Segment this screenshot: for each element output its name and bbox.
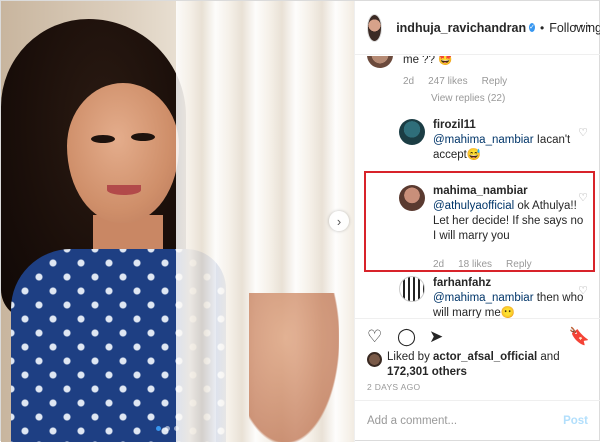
comment-likes[interactable]: 18 likes xyxy=(458,259,492,270)
comment-reply-button[interactable]: Reply xyxy=(506,259,532,270)
comment-mention[interactable]: @mahima_nambiar xyxy=(433,134,534,146)
photo-hand xyxy=(249,293,339,442)
likes-text: Liked by actor_afsal_official and 172,30… xyxy=(387,350,592,380)
comment-body: mahima_nambiar @athulyaofficial ok Athul… xyxy=(433,184,585,244)
comment-likes[interactable]: 247 likes xyxy=(428,76,467,87)
carousel-dot-active xyxy=(156,426,161,431)
photo-lips xyxy=(107,185,141,195)
comment-meta: 2d 247 likes Reply xyxy=(403,76,521,87)
comment-time: 2d xyxy=(433,259,445,270)
more-options-icon[interactable]: ··· xyxy=(573,17,592,35)
add-comment-bar: Add a comment... Post xyxy=(355,400,600,442)
likes-prefix: Liked by xyxy=(387,351,434,363)
carousel-dots xyxy=(156,426,179,431)
post-timestamp[interactable]: 2 DAYS AGO xyxy=(367,382,420,392)
post-side-panel: indhuja_ravichandran ✓ • Following ··· m… xyxy=(354,1,600,442)
post-comment-button[interactable]: Post xyxy=(563,415,588,427)
author-username[interactable]: indhuja_ravichandran xyxy=(396,21,526,35)
post-photo[interactable]: › xyxy=(1,1,354,442)
comments-list[interactable]: me ?? 🤩 2d 247 likes Reply View replies (2… xyxy=(355,56,600,318)
comment-input[interactable]: Add a comment... xyxy=(367,415,457,427)
photo-eye-left xyxy=(91,135,115,143)
chevron-right-icon: › xyxy=(336,213,342,229)
comment-body: firozil11 @mahima_nambiar Iacan't accept… xyxy=(433,118,588,163)
comment-icon[interactable]: ◯ xyxy=(397,327,416,347)
comment-text: me ?? 🤩 xyxy=(403,56,453,66)
liker-username[interactable]: actor_afsal_official xyxy=(433,351,537,363)
comment-reply-button[interactable]: Reply xyxy=(482,76,508,87)
post-modal: › indhuja_ravichandran ✓ • Following ···… xyxy=(0,0,600,442)
likes-mid: and xyxy=(537,351,560,363)
comment-meta: 2d 18 likes Reply xyxy=(433,259,546,270)
comment-like-icon[interactable]: ♡ xyxy=(578,284,588,297)
comment-avatar[interactable] xyxy=(399,185,425,211)
photo-eye-right xyxy=(131,133,155,141)
comment-mention[interactable]: @athulyaofficial xyxy=(433,200,514,212)
post-header: indhuja_ravichandran ✓ • Following ··· xyxy=(355,1,600,55)
comment-username[interactable]: farhanfahz xyxy=(433,276,585,291)
carousel-dot xyxy=(174,426,179,431)
comment-avatar[interactable] xyxy=(367,56,393,68)
comment-avatar[interactable] xyxy=(399,119,425,145)
heart-icon[interactable]: ♡ xyxy=(367,327,382,347)
header-separator: • xyxy=(539,20,545,35)
carousel-next-button[interactable]: › xyxy=(329,211,349,231)
share-icon[interactable]: ➤ xyxy=(429,327,443,347)
carousel-dot xyxy=(165,426,170,431)
comment-body: farhanfahz @mahima_nambiar then who will… xyxy=(433,276,585,318)
comment-like-icon[interactable]: ♡ xyxy=(578,126,588,139)
view-replies-link[interactable]: View replies (22) xyxy=(431,93,505,104)
comment-mention[interactable]: @mahima_nambiar xyxy=(433,292,534,304)
comment-time: 2d xyxy=(403,76,415,87)
bookmark-icon[interactable]: 🔖 xyxy=(569,327,590,347)
comment-username[interactable]: mahima_nambiar xyxy=(433,184,585,199)
author-avatar[interactable] xyxy=(367,13,383,42)
comment-avatar[interactable] xyxy=(399,276,425,302)
post-actions: ♡ ◯ ➤ 🔖 xyxy=(355,318,600,350)
verified-badge-icon: ✓ xyxy=(529,23,535,32)
likes-count[interactable]: 172,301 others xyxy=(387,366,467,378)
liker-avatar[interactable] xyxy=(367,352,382,367)
comment-username[interactable]: firozil11 xyxy=(433,118,588,133)
comment-like-icon[interactable]: ♡ xyxy=(578,191,588,204)
